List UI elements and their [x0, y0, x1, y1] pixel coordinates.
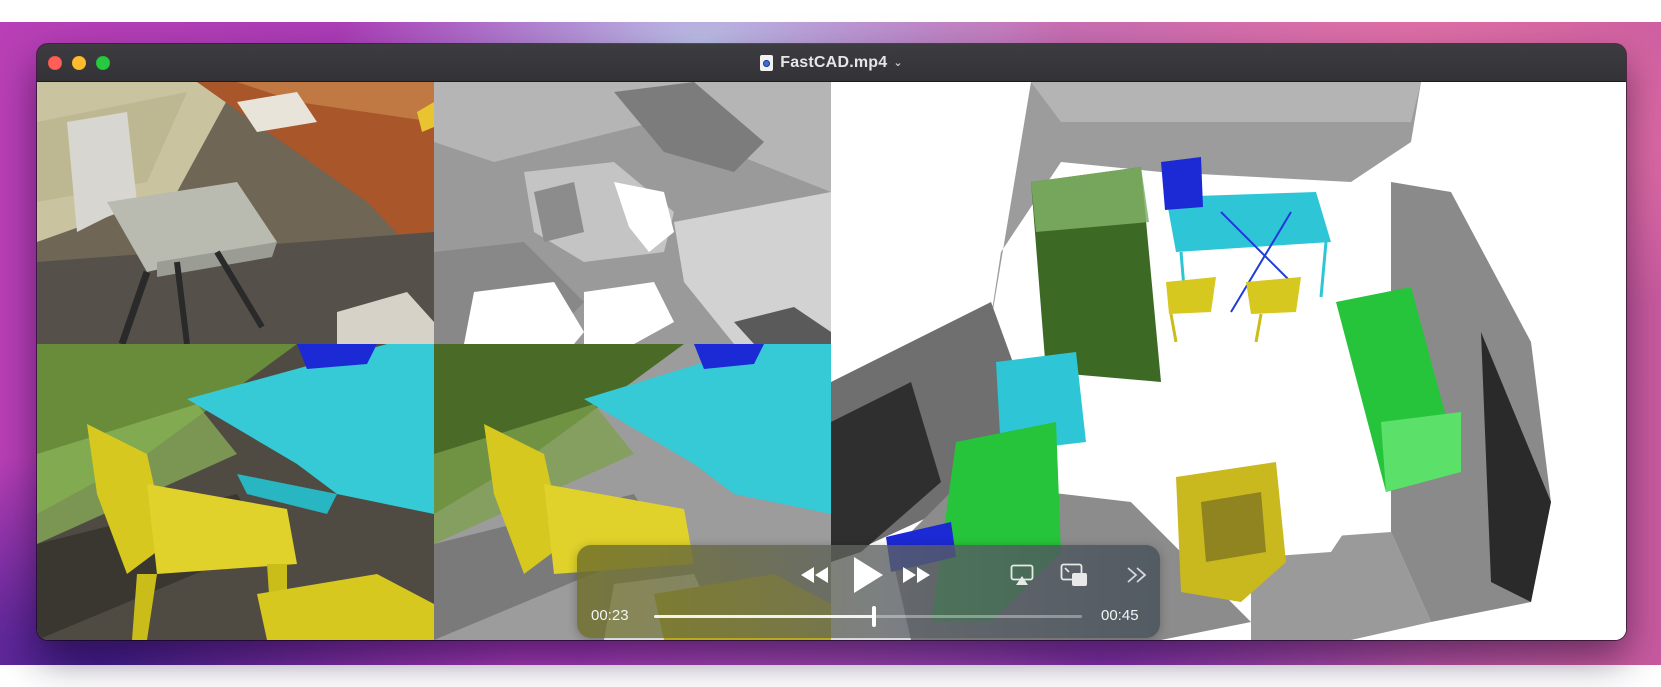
play-button[interactable]	[851, 555, 885, 595]
rewind-icon	[801, 567, 828, 583]
playback-controls: 00:23 00:45	[577, 545, 1160, 638]
window-title[interactable]: FastCAD.mp4 ⌄	[37, 44, 1626, 81]
mesh-frame-image	[434, 82, 831, 344]
rgb-overlay-panel	[37, 344, 434, 640]
airplay-button[interactable]	[1009, 563, 1035, 587]
picture-in-picture-icon	[1060, 563, 1087, 586]
rgb-frame-image	[37, 82, 434, 344]
airplay-icon	[1010, 564, 1034, 585]
scrubber-progress	[654, 615, 875, 618]
picture-in-picture-button[interactable]	[1059, 561, 1089, 589]
fast-forward-button[interactable]	[901, 563, 933, 587]
mesh-view-panel	[434, 82, 831, 344]
play-icon	[854, 557, 883, 593]
video-file-icon	[760, 54, 774, 71]
video-frame[interactable]: 00:23 00:45	[37, 82, 1626, 640]
scrubber[interactable]	[654, 606, 1082, 627]
scrubber-handle[interactable]	[872, 606, 877, 627]
more-button[interactable]	[1125, 563, 1149, 587]
double-chevron-right-icon	[1127, 567, 1147, 583]
chevron-down-icon[interactable]: ⌄	[893, 56, 902, 69]
quicktime-window: FastCAD.mp4 ⌄ 00:23 00:45	[37, 44, 1626, 640]
duration: 00:45	[1101, 607, 1139, 624]
window-title-text: FastCAD.mp4	[780, 53, 888, 71]
current-time: 00:23	[591, 607, 629, 624]
rgb-overlay-image	[37, 344, 434, 640]
rgb-view-panel	[37, 82, 434, 344]
fast-forward-icon	[903, 567, 930, 583]
title-bar[interactable]: FastCAD.mp4 ⌄	[37, 44, 1626, 82]
rewind-button[interactable]	[799, 563, 831, 587]
